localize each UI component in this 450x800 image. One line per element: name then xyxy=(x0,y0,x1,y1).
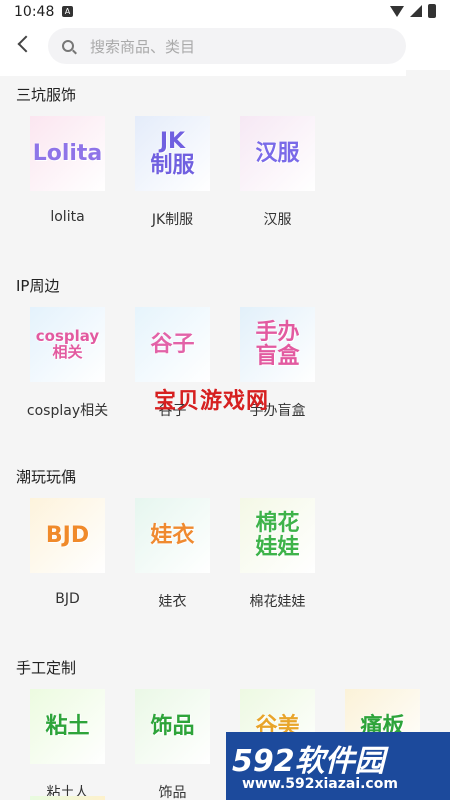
category-thumbnail: 娃衣 xyxy=(135,498,210,573)
thumbnail-art-text: 棉花 娃娃 xyxy=(255,511,300,560)
category-item[interactable]: 娃衣 娃衣 xyxy=(135,498,210,617)
back-arrow-icon[interactable] xyxy=(17,35,35,53)
thumbnail-art-text: 饰品 xyxy=(150,713,195,739)
category-section: 三坑服饰 Lolita lolita JK 制服 JK制服 汉服 汉服 xyxy=(0,70,450,261)
category-thumbnail: 谷子 xyxy=(135,307,210,382)
category-item[interactable]: 粘土 粘土人 xyxy=(30,689,105,800)
thumbnail-art-text: BJD xyxy=(45,522,90,548)
category-label: 棉花娃娃 xyxy=(249,594,306,610)
site-logo-url: www.592xiazai.com xyxy=(242,776,398,792)
search-placeholder: 搜索商品、类目 xyxy=(90,37,196,56)
section-title: 三坑服饰 xyxy=(16,86,77,104)
category-sections: 三坑服饰 Lolita lolita JK 制服 JK制服 汉服 汉服 IP周边 cosplay… xyxy=(0,70,450,800)
category-thumbnail: Lolita xyxy=(30,116,105,191)
category-thumbnail: BJD xyxy=(30,498,105,573)
category-label: cosplay相关 xyxy=(26,403,109,419)
category-thumbnail: 粘土 xyxy=(30,689,105,764)
category-content[interactable]: 三坑服饰 Lolita lolita JK 制服 JK制服 汉服 汉服 IP周边 cosplay… xyxy=(0,70,450,800)
next-row-thumbnail xyxy=(30,796,105,800)
category-item[interactable]: 饰品 饰品 xyxy=(135,689,210,800)
category-label: 饰品 xyxy=(158,785,187,800)
thumbnail-art-text: JK 制服 xyxy=(150,129,195,178)
category-label: JK制服 xyxy=(151,212,194,228)
thumbnail-art-text: 手办 盲盒 xyxy=(255,320,300,369)
battery-icon xyxy=(428,4,436,18)
category-item[interactable]: BJD BJD xyxy=(30,498,105,617)
category-label: 娃衣 xyxy=(158,594,187,610)
status-time: 10:48 xyxy=(14,4,55,20)
category-item[interactable]: cosplay 相关 cosplay相关 xyxy=(26,307,109,426)
notification-icon: A xyxy=(62,6,73,17)
status-icons xyxy=(390,4,436,18)
thumbnail-art-text: Lolita xyxy=(32,140,103,166)
watermark-text: 宝贝游戏网 xyxy=(154,389,270,414)
thumbnail-art-text: 娃衣 xyxy=(150,522,195,548)
category-grid: BJD BJD 娃衣 娃衣 棉花 娃娃 棉花娃娃 xyxy=(16,498,450,617)
category-grid: Lolita lolita JK 制服 JK制服 汉服 汉服 xyxy=(16,116,450,235)
category-thumbnail: cosplay 相关 xyxy=(30,307,105,382)
search-input[interactable]: 搜索商品、类目 xyxy=(48,28,406,64)
category-label: 汉服 xyxy=(263,212,292,228)
signal-icon xyxy=(410,5,422,17)
section-title: 手工定制 xyxy=(16,659,77,677)
category-item[interactable]: 汉服 汉服 xyxy=(240,116,315,235)
category-thumbnail: 手办 盲盒 xyxy=(240,307,315,382)
category-thumbnail: JK 制服 xyxy=(135,116,210,191)
category-thumbnail: 饰品 xyxy=(135,689,210,764)
thumbnail-art-text: 谷子 xyxy=(150,331,195,357)
site-logo: 592软件园 www.592xiazai.com xyxy=(226,732,450,800)
category-label: lolita xyxy=(50,209,85,225)
category-item[interactable]: Lolita lolita xyxy=(30,116,105,235)
search-header: 搜索商品、类目 xyxy=(0,26,450,70)
category-thumbnail: 棉花 娃娃 xyxy=(240,498,315,573)
category-thumbnail: 汉服 xyxy=(240,116,315,191)
category-label: BJD xyxy=(55,591,80,607)
section-title: 潮玩玩偶 xyxy=(16,468,77,486)
thumbnail-art-text: 粘土 xyxy=(45,713,90,739)
thumbnail-art-text: 汉服 xyxy=(255,140,300,166)
status-bar: 10:48 A xyxy=(0,0,450,26)
site-logo-main: 592软件园 xyxy=(232,744,385,779)
category-section: IP周边 cosplay 相关 cosplay相关 谷子 谷子 手办 盲盒 手办盲盒 xyxy=(0,261,450,452)
category-section: 潮玩玩偶 BJD BJD 娃衣 娃衣 棉花 娃娃 棉花娃娃 xyxy=(0,452,450,643)
search-icon xyxy=(62,40,74,52)
thumbnail-art-text: cosplay 相关 xyxy=(35,326,100,361)
section-title: IP周边 xyxy=(16,277,60,295)
divider xyxy=(0,70,406,76)
wifi-icon xyxy=(390,5,404,17)
category-item[interactable]: 棉花 娃娃 棉花娃娃 xyxy=(240,498,315,617)
category-item[interactable]: JK 制服 JK制服 xyxy=(135,116,210,235)
